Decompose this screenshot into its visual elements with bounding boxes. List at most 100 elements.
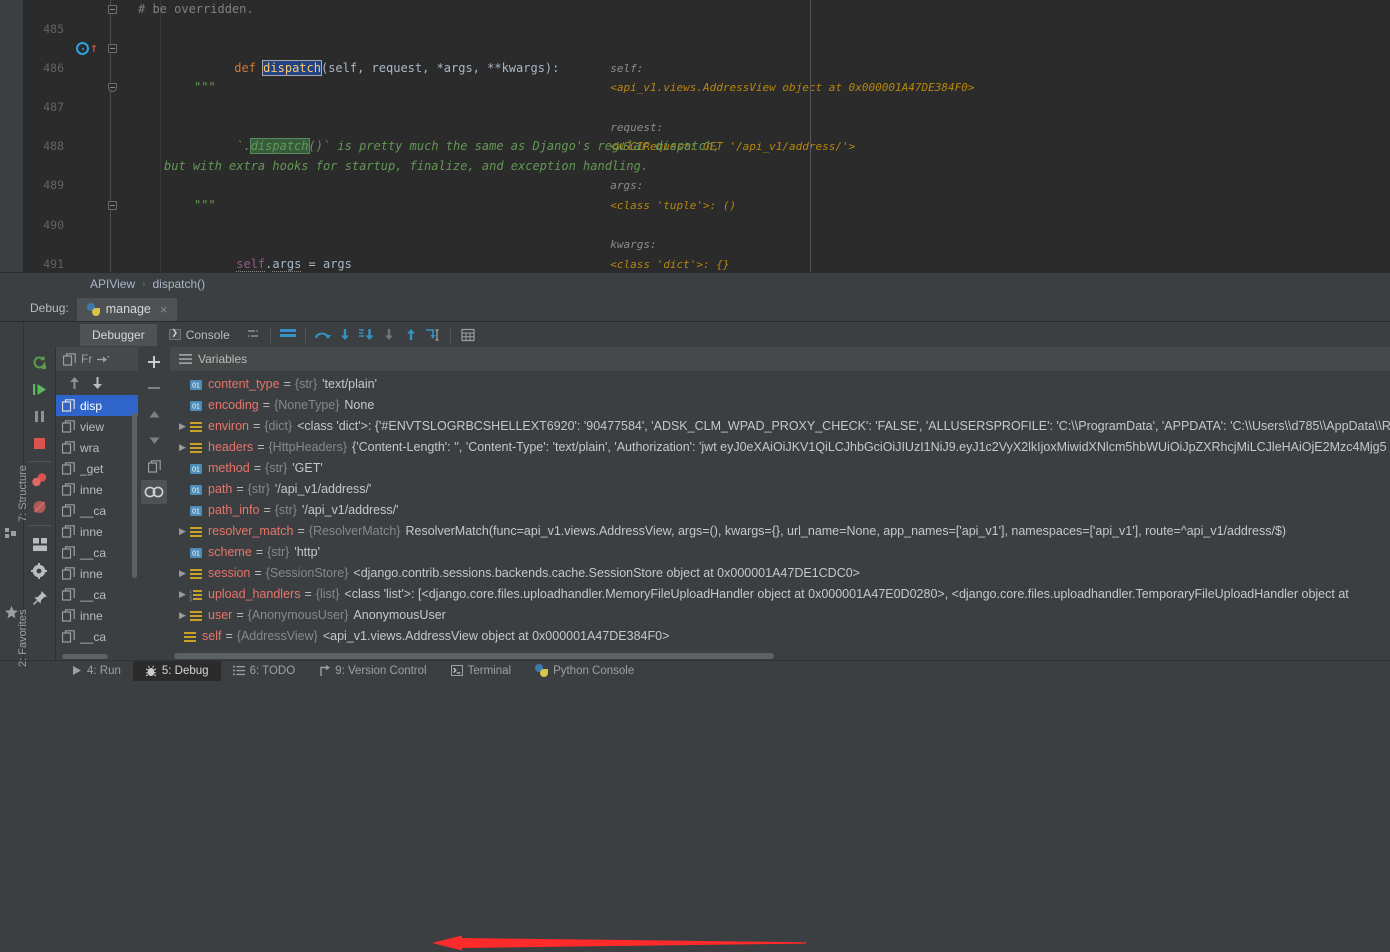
move-up-icon[interactable] (68, 376, 81, 390)
code-line[interactable]: 485 # be overridden. (24, 0, 1390, 36)
frame-item[interactable]: __ca (56, 584, 138, 605)
step-over-icon[interactable] (312, 325, 334, 345)
frame-item[interactable]: __ca (56, 500, 138, 521)
frame-item[interactable]: inne (56, 605, 138, 626)
variable-value[interactable]: 'http' (294, 542, 320, 563)
status-item-debug[interactable]: 5: Debug (132, 660, 221, 681)
variable-row[interactable]: ▶ environ = {dict} <class 'dict'>: {'#EN… (170, 416, 1390, 437)
variable-value[interactable]: None (344, 395, 374, 416)
variable-row[interactable]: 01 content_type = {str} 'text/plain' (170, 374, 1390, 395)
evaluate-expression-icon[interactable] (457, 325, 479, 345)
frames-list[interactable]: disp view wra _get inne __ca inne __ca i… (56, 395, 138, 653)
frame-item[interactable]: _get (56, 458, 138, 479)
status-item-version-control[interactable]: 9: Version Control (307, 661, 438, 681)
variables-rail[interactable] (138, 347, 170, 660)
frame-item[interactable]: disp (56, 395, 138, 416)
pin-icon[interactable] (27, 586, 53, 610)
expander-triangle-icon[interactable]: ▶ (176, 584, 189, 605)
variable-row-user[interactable]: ▶ user = {AnonymousUser} AnonymousUser (170, 605, 1390, 626)
code-line[interactable]: 489 but with extra hooks for startup, fi… (24, 157, 1390, 193)
show-execution-point-icon[interactable] (277, 325, 299, 345)
frame-item[interactable]: inne (56, 479, 138, 500)
tab-debugger[interactable]: Debugger (80, 323, 157, 346)
frame-item[interactable]: wra (56, 437, 138, 458)
step-out-up-icon[interactable] (400, 325, 422, 345)
structure-icon[interactable] (4, 526, 20, 542)
move-down-icon[interactable] (91, 376, 104, 390)
variable-value[interactable]: <class 'list'>: [<django.core.files.uplo… (344, 584, 1348, 605)
inline-watches-icon[interactable] (141, 480, 167, 504)
code-line[interactable]: 490 """ (24, 196, 1390, 232)
variable-row[interactable]: ▶ headers = {HttpHeaders} {'Content-Leng… (170, 437, 1390, 458)
variable-value[interactable]: '/api_v1/address/' (302, 500, 399, 521)
step-into-icon[interactable] (334, 325, 356, 345)
rerun-icon[interactable] (27, 350, 53, 374)
code-line[interactable]: 488 `.dispatch()` is pretty much the sam… (24, 118, 1390, 155)
status-bar[interactable]: 4: Run 5: Debug 6: TODO 9: Version Contr… (0, 660, 1390, 681)
variables-panel[interactable]: Variables 01 content_type = {str} 'text/… (170, 347, 1390, 660)
breadcrumb-method[interactable]: dispatch() (152, 277, 205, 291)
settings-gear-icon[interactable] (27, 559, 53, 583)
variable-value[interactable]: {'Content-Length': '', 'Content-Type': '… (352, 437, 1387, 458)
code-editor[interactable]: 485 # be overridden. 486 ↑ def dispatch(… (0, 0, 1390, 272)
mute-breakpoints-icon[interactable] (27, 495, 53, 519)
frames-horizontal-scrollbar[interactable] (56, 653, 138, 660)
frame-item[interactable]: __ca (56, 626, 138, 647)
expander-triangle-icon[interactable]: ▶ (176, 563, 189, 584)
variable-row[interactable]: ▶ session = {SessionStore} <django.contr… (170, 563, 1390, 584)
close-icon[interactable]: × (160, 302, 168, 317)
variable-value[interactable]: <django.contrib.sessions.backends.cache.… (353, 563, 860, 584)
variable-row[interactable]: ▶ 123 upload_handlers = {list} <class 'l… (170, 584, 1390, 605)
status-item-run[interactable]: 4: Run (60, 661, 133, 681)
frame-item[interactable]: inne (56, 521, 138, 542)
frames-vertical-scrollbar[interactable] (131, 395, 138, 653)
variable-row[interactable]: 01 scheme = {str} 'http' (170, 542, 1390, 563)
variable-value[interactable]: '/api_v1/address/' (275, 479, 372, 500)
debug-config-tab[interactable]: manage × (76, 298, 178, 321)
variables-horizontal-scrollbar[interactable] (170, 652, 1390, 660)
expander-triangle-icon[interactable]: ▶ (176, 521, 189, 542)
tab-console[interactable]: Console (157, 324, 242, 346)
status-item-python-console[interactable]: Python Console (523, 661, 646, 681)
code-pane[interactable]: 485 # be overridden. 486 ↑ def dispatch(… (24, 0, 1390, 272)
force-step-into-icon[interactable] (356, 325, 378, 345)
variable-value[interactable]: <class 'dict'>: {'#ENVTSLOGRBCSHELLEXT69… (297, 416, 1390, 437)
frames-toolbar[interactable] (56, 371, 138, 395)
inline-kwargs-value[interactable]: <class 'dict'>: {} (610, 258, 729, 271)
frame-item[interactable]: inne (56, 563, 138, 584)
expander-triangle-icon[interactable]: ▶ (176, 416, 189, 437)
status-item-terminal[interactable]: Terminal (439, 661, 523, 681)
restore-layout-icon[interactable] (242, 325, 264, 345)
code-line[interactable]: 491 self.args = args self.args = args (24, 235, 1390, 272)
variable-value[interactable]: 'GET' (292, 458, 322, 479)
expander-triangle-icon[interactable]: ▶ (176, 437, 189, 458)
run-to-cursor-icon[interactable] (422, 325, 444, 345)
add-watch-icon[interactable] (141, 350, 167, 374)
variable-row[interactable]: 01 path = {str} '/api_v1/address/' (170, 479, 1390, 500)
view-breakpoints-icon[interactable] (27, 468, 53, 492)
stop-icon[interactable] (27, 431, 53, 455)
variable-row[interactable]: ▶ resolver_match = {ResolverMatch} Resol… (170, 521, 1390, 542)
structure-tool-label[interactable]: 7: Structure (17, 465, 29, 522)
variable-value[interactable]: <api_v1.views.AddressView object at 0x00… (323, 626, 670, 647)
star-icon[interactable] (4, 605, 20, 621)
breadcrumb[interactable]: APIView › dispatch() (0, 272, 1390, 295)
variables-list[interactable]: 01 content_type = {str} 'text/plain' 01 … (170, 371, 1390, 652)
debugger-toolbar[interactable]: Debugger Console (24, 322, 1390, 347)
variable-row[interactable]: 01 encoding = {NoneType} None (170, 395, 1390, 416)
layout-settings-icon[interactable] (27, 532, 53, 556)
execution-point-icon[interactable] (76, 42, 89, 56)
variable-row-self[interactable]: self = {AddressView} <api_v1.views.Addre… (170, 626, 1390, 647)
resume-program-icon[interactable] (27, 377, 53, 401)
frame-item[interactable]: view (56, 416, 138, 437)
variable-value[interactable]: 'text/plain' (322, 374, 377, 395)
variable-row[interactable]: 01 method = {str} 'GET' (170, 458, 1390, 479)
status-item-todo[interactable]: 6: TODO (221, 661, 308, 681)
expander-triangle-icon[interactable]: ▶ (176, 605, 189, 626)
frames-panel[interactable]: Fr disp view wra _get inne __ca inne __c… (56, 347, 138, 660)
breadcrumb-class[interactable]: APIView (90, 277, 135, 291)
variable-row[interactable]: 01 path_info = {str} '/api_v1/address/' (170, 500, 1390, 521)
code-line[interactable]: 486 ↑ def dispatch(self, request, *args,… (24, 39, 1390, 271)
code-line[interactable]: 487 """ (24, 78, 1390, 114)
copy-value-icon[interactable] (141, 454, 167, 478)
